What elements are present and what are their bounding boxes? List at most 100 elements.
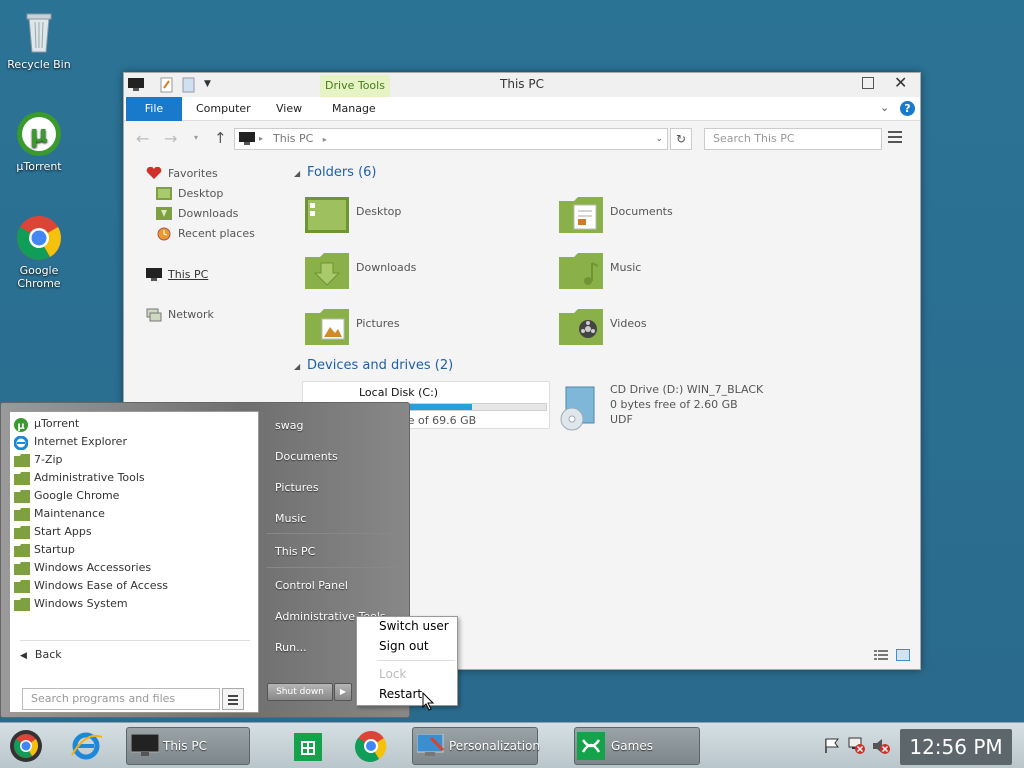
- store-taskbar-icon[interactable]: [288, 727, 328, 765]
- search-programs-input[interactable]: Search programs and files: [22, 688, 220, 710]
- help-icon[interactable]: ?: [900, 101, 915, 116]
- program-item[interactable]: Windows Accessories: [14, 560, 151, 578]
- menu-icon[interactable]: [888, 131, 902, 143]
- program-item[interactable]: Windows Ease of Access: [14, 578, 168, 596]
- back-button[interactable]: ◀ Back: [20, 648, 62, 661]
- volume-muted-icon[interactable]: [872, 737, 890, 758]
- address-dropdown-icon[interactable]: ⌄: [655, 129, 663, 149]
- desktop-icon-chrome[interactable]: Google Chrome: [4, 214, 74, 290]
- details-view-icon[interactable]: [874, 649, 888, 661]
- program-item[interactable]: Internet Explorer: [13, 434, 127, 452]
- shut-down-button[interactable]: Shut down: [267, 683, 333, 701]
- drives-header[interactable]: Devices and drives (2): [307, 358, 453, 373]
- folder-music[interactable]: Music: [558, 249, 758, 295]
- folder-downloads[interactable]: Downloads: [304, 249, 504, 295]
- desktop-icon-utorrent[interactable]: µ µTorrent: [4, 110, 74, 173]
- nav-this-pc[interactable]: This PC: [146, 267, 208, 283]
- shut-down-options-icon[interactable]: ▶: [334, 683, 352, 701]
- taskbar-this-pc[interactable]: This PC: [126, 727, 250, 765]
- menu-item-restart[interactable]: Restart: [379, 687, 422, 701]
- personalization-icon: [416, 733, 445, 768]
- cd-drive-icon: [558, 383, 598, 431]
- recent-locations-icon[interactable]: ▾: [194, 133, 198, 142]
- start-documents[interactable]: Documents: [275, 450, 338, 463]
- nav-recent-places[interactable]: Recent places: [156, 226, 255, 242]
- task-label: Games: [611, 739, 653, 753]
- tab-file[interactable]: File: [126, 97, 182, 121]
- divider: [267, 567, 401, 568]
- program-item[interactable]: Administrative Tools: [14, 470, 145, 488]
- program-item[interactable]: Windows System: [14, 596, 128, 614]
- program-item[interactable]: Google Chrome: [14, 488, 119, 506]
- menu-item-sign-out[interactable]: Sign out: [379, 639, 429, 653]
- desktop-icon-label: Recycle Bin: [7, 58, 71, 71]
- taskbar-personalization[interactable]: Personalization: [412, 727, 540, 768]
- start-run[interactable]: Run...: [275, 641, 307, 654]
- program-item[interactable]: Maintenance: [14, 506, 105, 524]
- start-this-pc[interactable]: This PC: [275, 545, 315, 558]
- start-user-name[interactable]: swag: [275, 419, 303, 432]
- menu-item-switch-user[interactable]: Switch user: [379, 619, 449, 633]
- title-bar[interactable]: ▼ Drive Tools This PC ✕: [124, 73, 920, 97]
- utorrent-icon: µ: [15, 110, 63, 158]
- collapse-icon[interactable]: ◢: [294, 169, 300, 178]
- search-options-icon[interactable]: [222, 688, 244, 710]
- desktop-folder-icon: [156, 187, 172, 200]
- nav-network[interactable]: Network: [146, 307, 214, 323]
- task-label: This PC: [163, 739, 207, 753]
- nav-desktop[interactable]: Desktop: [156, 186, 223, 202]
- menu-item-lock[interactable]: Lock: [379, 667, 406, 681]
- start-pictures[interactable]: Pictures: [275, 481, 319, 494]
- program-label: Windows Ease of Access: [34, 579, 169, 592]
- program-item[interactable]: 7-Zip: [14, 452, 63, 470]
- program-label: Windows System: [34, 597, 128, 610]
- address-field[interactable]: ▸ This PC ▸ ⌄: [234, 128, 668, 150]
- forward-arrow-icon[interactable]: →: [164, 129, 177, 148]
- tab-view[interactable]: View: [276, 97, 302, 121]
- close-button[interactable]: ✕: [894, 73, 907, 92]
- search-input[interactable]: Search This PC: [704, 128, 882, 150]
- folder-icon: [14, 526, 30, 539]
- tab-manage[interactable]: Manage: [332, 97, 376, 121]
- videos-folder-icon: [558, 307, 604, 347]
- maximize-button[interactable]: [862, 77, 874, 89]
- refresh-icon[interactable]: ↻: [670, 128, 692, 150]
- taskbar-games[interactable]: Games: [574, 727, 700, 765]
- nav-label: Favorites: [168, 167, 218, 180]
- network-disconnected-icon[interactable]: [848, 737, 866, 758]
- start-button[interactable]: [6, 727, 46, 765]
- collapse-icon[interactable]: ◢: [294, 362, 300, 371]
- action-center-flag-icon[interactable]: [824, 737, 840, 756]
- desktop-icon-label: Google Chrome: [17, 264, 61, 290]
- desktop-icon-recycle-bin[interactable]: Recycle Bin: [4, 8, 74, 71]
- program-label: Maintenance: [34, 507, 105, 520]
- folder-pictures[interactable]: Pictures: [304, 305, 504, 351]
- start-music[interactable]: Music: [275, 512, 306, 525]
- up-arrow-icon[interactable]: ↑: [214, 129, 227, 147]
- clock[interactable]: 12:56 PM: [900, 729, 1012, 765]
- tab-computer[interactable]: Computer: [196, 97, 251, 121]
- program-item[interactable]: Start Apps: [14, 524, 92, 542]
- folder-videos[interactable]: Videos: [558, 305, 758, 351]
- start-control-panel[interactable]: Control Panel: [275, 579, 348, 592]
- internet-explorer-taskbar-icon[interactable]: [64, 727, 108, 765]
- internet-explorer-icon: [13, 435, 30, 451]
- large-icons-view-icon[interactable]: [896, 649, 910, 661]
- computer-icon: [239, 132, 255, 145]
- program-label: µTorrent: [34, 417, 80, 430]
- downloads-folder-icon: [304, 251, 350, 291]
- folder-documents[interactable]: Documents: [558, 193, 758, 239]
- folder-desktop[interactable]: Desktop: [304, 193, 504, 239]
- drive-cd[interactable]: CD Drive (D:) WIN_7_BLACK 0 bytes free o…: [558, 381, 763, 433]
- program-item[interactable]: Startup: [14, 542, 75, 560]
- start-menu: µ µTorrent Internet Explorer 7-Zip Admin…: [0, 402, 410, 718]
- chrome-taskbar-icon[interactable]: [350, 727, 392, 765]
- folders-header[interactable]: Folders (6): [307, 165, 377, 180]
- nav-label: Downloads: [178, 207, 239, 220]
- ribbon-expand-icon[interactable]: ⌄: [880, 101, 889, 114]
- nav-downloads[interactable]: Downloads: [156, 206, 238, 222]
- program-label: Google Chrome: [34, 489, 120, 502]
- back-arrow-icon[interactable]: ←: [136, 129, 149, 148]
- nav-favorites[interactable]: Favorites: [146, 166, 218, 182]
- program-item[interactable]: µ µTorrent: [14, 416, 79, 434]
